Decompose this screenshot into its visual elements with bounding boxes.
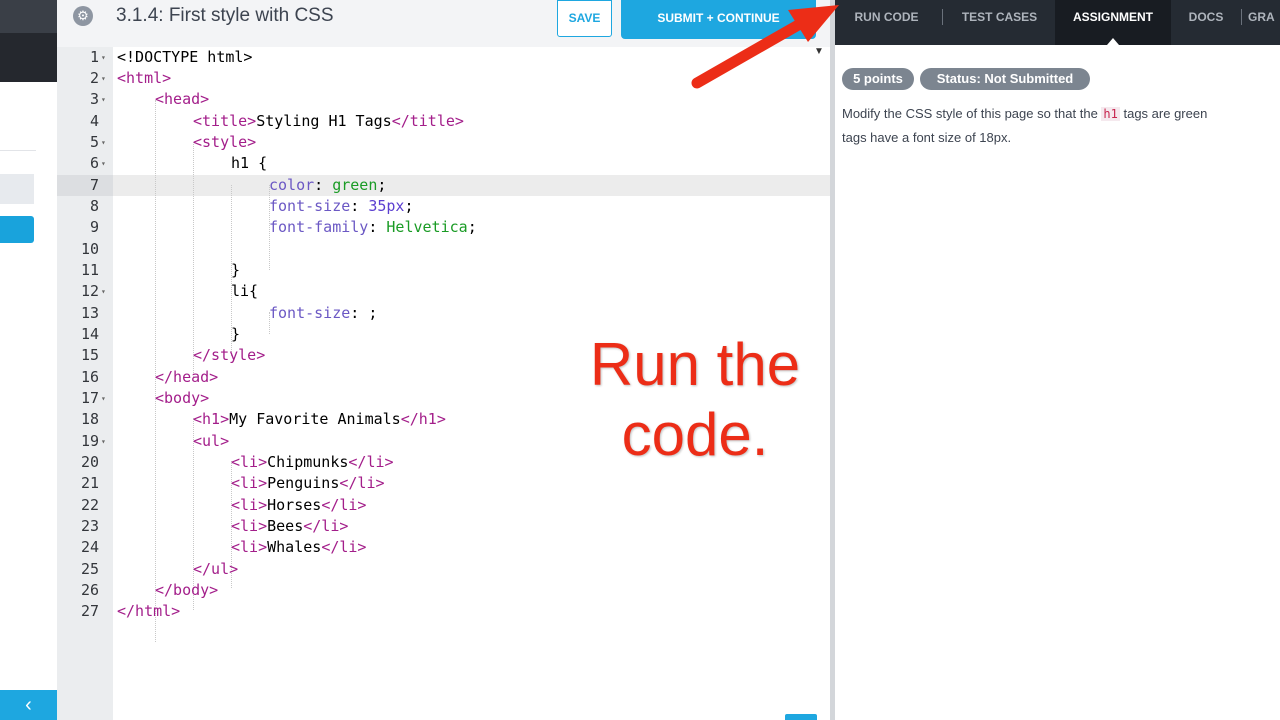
points-badge: 5 points: [842, 68, 914, 90]
code-line[interactable]: 9 font-family: Helvetica;: [57, 217, 830, 238]
line-number: 17: [80, 389, 99, 407]
sidebar-item[interactable]: [0, 174, 34, 204]
line-number: 22: [80, 496, 99, 514]
code-line[interactable]: 3 ▾ <head>: [57, 89, 830, 110]
line-number: 11: [80, 261, 99, 279]
code-line[interactable]: 24 <li>Whales</li>: [57, 537, 830, 558]
fold-arrow-icon[interactable]: ▾: [101, 47, 106, 68]
fold-arrow-icon[interactable]: ▾: [101, 68, 106, 89]
left-sidebar: ‹: [0, 0, 57, 720]
line-number: 18: [80, 410, 99, 428]
code-line[interactable]: 13 font-size: ;: [57, 303, 830, 324]
active-tab-caret-icon: [1107, 38, 1119, 45]
code-line[interactable]: 25 </ul>: [57, 559, 830, 580]
run-the-code-annotation: Run the code.: [589, 331, 801, 468]
line-number: 14: [80, 325, 99, 343]
line-number: 6: [89, 154, 99, 172]
fold-arrow-icon[interactable]: ▾: [101, 153, 106, 174]
assignment-panel: RUN CODE TEST CASES ASSIGNMENT DOCS GRA …: [835, 0, 1280, 720]
code-line[interactable]: 10: [57, 239, 830, 260]
line-number: 24: [80, 538, 99, 556]
scroll-indicator[interactable]: [785, 714, 817, 720]
code-line[interactable]: 22 <li>Horses</li>: [57, 495, 830, 516]
code-line[interactable]: 26 </body>: [57, 580, 830, 601]
tab-test-cases[interactable]: TEST CASES: [945, 0, 1054, 45]
tab-run-code[interactable]: RUN CODE: [835, 0, 938, 45]
tab-docs[interactable]: DOCS: [1174, 0, 1238, 45]
line-number: 27: [80, 602, 99, 620]
line-number: 26: [80, 581, 99, 599]
code-line[interactable]: 12 ▾ li{: [57, 281, 830, 302]
panel-tab-bar: RUN CODE TEST CASES ASSIGNMENT DOCS GRA: [835, 0, 1280, 45]
sidebar-divider: [0, 150, 36, 151]
tab-separator: [942, 9, 943, 25]
fold-arrow-icon[interactable]: ▾: [101, 431, 106, 452]
line-number: 23: [80, 517, 99, 535]
fold-arrow-icon[interactable]: ▾: [101, 132, 106, 153]
gear-icon[interactable]: ⚙: [73, 6, 93, 26]
code-line[interactable]: 4 <title>Styling H1 Tags</title>: [57, 111, 830, 132]
sidebar-top-strip: [0, 0, 57, 33]
line-number: 12: [80, 282, 99, 300]
tab-grade[interactable]: GRA: [1248, 0, 1280, 45]
line-number: 3: [89, 90, 99, 108]
chevron-left-icon: ‹: [25, 694, 32, 716]
lesson-title: 3.1.4: First style with CSS: [116, 5, 334, 26]
line-number: 8: [89, 197, 99, 215]
line-number: 21: [80, 474, 99, 492]
fold-arrow-icon[interactable]: ▾: [101, 388, 106, 409]
code-line[interactable]: 1 ▾ <!DOCTYPE html>: [57, 47, 830, 68]
code-line[interactable]: 11}: [57, 260, 830, 281]
back-button[interactable]: ‹: [0, 690, 57, 720]
code-line[interactable]: 21 <li>Penguins</li>: [57, 473, 830, 494]
line-number: 1: [89, 48, 99, 66]
code-line[interactable]: 5 ▾ <style>: [57, 132, 830, 153]
line-number: 9: [89, 218, 99, 236]
code-line[interactable]: 27 </html>: [57, 601, 830, 622]
line-number: 7: [89, 176, 99, 194]
code-line[interactable]: 2 ▾ <html>: [57, 68, 830, 89]
fold-arrow-icon[interactable]: ▾: [101, 89, 106, 110]
code-line[interactable]: 23 <li>Bees</li>: [57, 516, 830, 537]
line-number: 19: [80, 432, 99, 450]
line-number: 16: [80, 368, 99, 386]
line-number: 4: [89, 112, 99, 130]
line-number: 10: [80, 240, 99, 258]
sidebar-item-active[interactable]: [0, 216, 34, 243]
code-line[interactable]: 8 font-size: 35px;: [57, 196, 830, 217]
editor-toolbar: ⚙ 3.1.4: First style with CSS SAVE SUBMI…: [57, 0, 830, 47]
line-number: 2: [89, 69, 99, 87]
status-badge: Status: Not Submitted: [920, 68, 1090, 90]
submit-continue-button[interactable]: SUBMIT + CONTINUE: [621, 0, 816, 39]
line-number: 15: [80, 346, 99, 364]
line-number: 20: [80, 453, 99, 471]
tab-separator: [1241, 9, 1242, 25]
fold-arrow-icon[interactable]: ▾: [101, 281, 106, 302]
inline-code: h1: [1101, 107, 1120, 121]
code-line[interactable]: 6 ▾ h1 {: [57, 153, 830, 174]
assignment-description: Modify the CSS style of this page so tha…: [842, 106, 1208, 145]
line-number: 25: [80, 560, 99, 578]
line-number: 5: [89, 133, 99, 151]
line-number: 13: [80, 304, 99, 322]
save-button[interactable]: SAVE: [557, 0, 612, 37]
funnel-icon[interactable]: ▼: [814, 46, 824, 57]
code-line-active[interactable]: 7 color: green;: [57, 175, 830, 196]
